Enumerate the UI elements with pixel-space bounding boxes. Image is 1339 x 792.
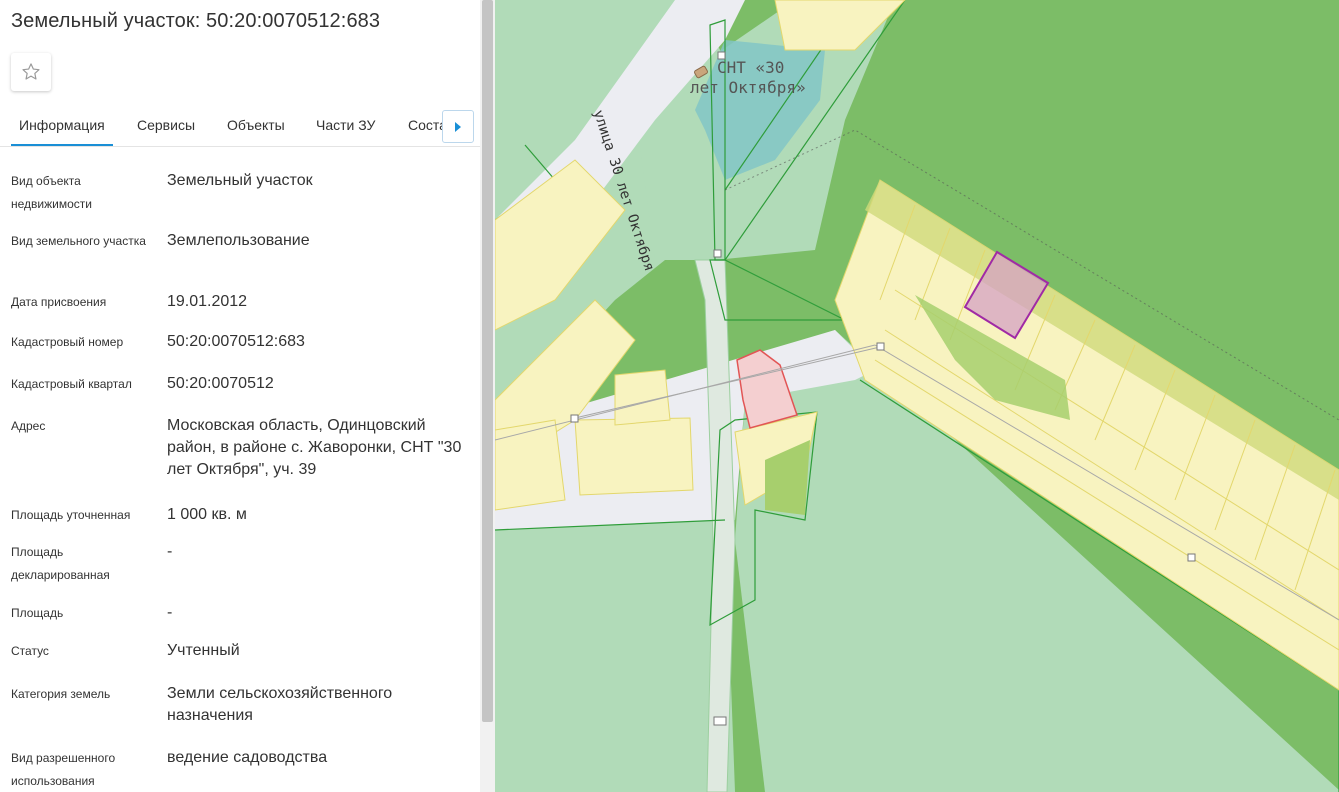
tabs-scroll-right-button[interactable] xyxy=(442,110,474,143)
yellow-parcel-group xyxy=(495,419,566,511)
info-label: Вид земельного участка xyxy=(11,234,146,248)
caret-right-icon xyxy=(455,121,461,132)
panel-title: Земельный участок: 50:20:0070512:683 xyxy=(11,10,381,32)
info-value: 50:20:0070512 xyxy=(167,375,274,392)
info-label: Вид разрешенного использования xyxy=(11,751,116,788)
map-view[interactable]: улица 30 лет Октября СНТ «30 лет Октября… xyxy=(495,0,1339,792)
info-label: Кадастровый номер xyxy=(11,335,124,349)
map-marker xyxy=(570,414,579,423)
cadastral-map-app: Земельный участок: 50:20:0070512:683 Инф… xyxy=(0,0,1339,792)
tab-bar: Информация Сервисы Объекты Части ЗУ Сост… xyxy=(0,108,480,147)
info-value: 1 000 кв. м xyxy=(167,506,247,523)
star-outline-icon xyxy=(22,63,40,80)
info-label: Площадь xyxy=(11,606,64,620)
info-value: - xyxy=(167,604,173,621)
info-panel: Земельный участок: 50:20:0070512:683 Инф… xyxy=(0,0,480,792)
info-value: Земельный участок xyxy=(167,172,313,189)
map-marker xyxy=(713,716,727,726)
info-label: Адрес xyxy=(11,419,46,433)
info-label: Вид объекта недвижимости xyxy=(11,174,92,211)
snt-label-line1: СНТ «30 xyxy=(717,58,785,77)
snt-label-line2: лет Октября» xyxy=(690,78,806,97)
info-label: Площадь уточненная xyxy=(11,508,131,522)
map-marker xyxy=(876,342,885,351)
tab-objects[interactable]: Объекты xyxy=(227,108,285,146)
info-label: Статус xyxy=(11,644,49,658)
info-value: - xyxy=(167,543,173,560)
tab-information[interactable]: Информация xyxy=(11,108,113,146)
favorite-button[interactable] xyxy=(11,53,51,91)
info-value: Учтенный xyxy=(167,642,240,659)
map-canvas[interactable] xyxy=(495,0,1339,792)
info-label: Дата присвоения xyxy=(11,295,107,309)
yellow-parcel-group xyxy=(574,417,694,496)
info-label: Кадастровый квартал xyxy=(11,377,132,391)
info-value: Московская область, Одинцовский район, в… xyxy=(167,417,462,478)
info-value: 50:20:0070512:683 xyxy=(167,333,305,350)
info-value: 19.01.2012 xyxy=(167,293,248,310)
tab-services[interactable]: Сервисы xyxy=(137,108,195,146)
info-value: Землепользование xyxy=(167,232,310,249)
info-label: Категория земель xyxy=(11,687,111,701)
map-marker xyxy=(1187,553,1196,562)
tab-land-parts[interactable]: Части ЗУ xyxy=(316,108,375,146)
light-green-zone xyxy=(495,520,735,792)
info-value: ведение садоводства xyxy=(167,749,328,766)
panel-scrollbar-thumb[interactable] xyxy=(482,0,493,722)
info-value: Земли сельскохозяйственного назначения xyxy=(167,685,393,724)
info-label: Площадь декларированная xyxy=(11,545,110,582)
map-marker xyxy=(713,249,722,258)
